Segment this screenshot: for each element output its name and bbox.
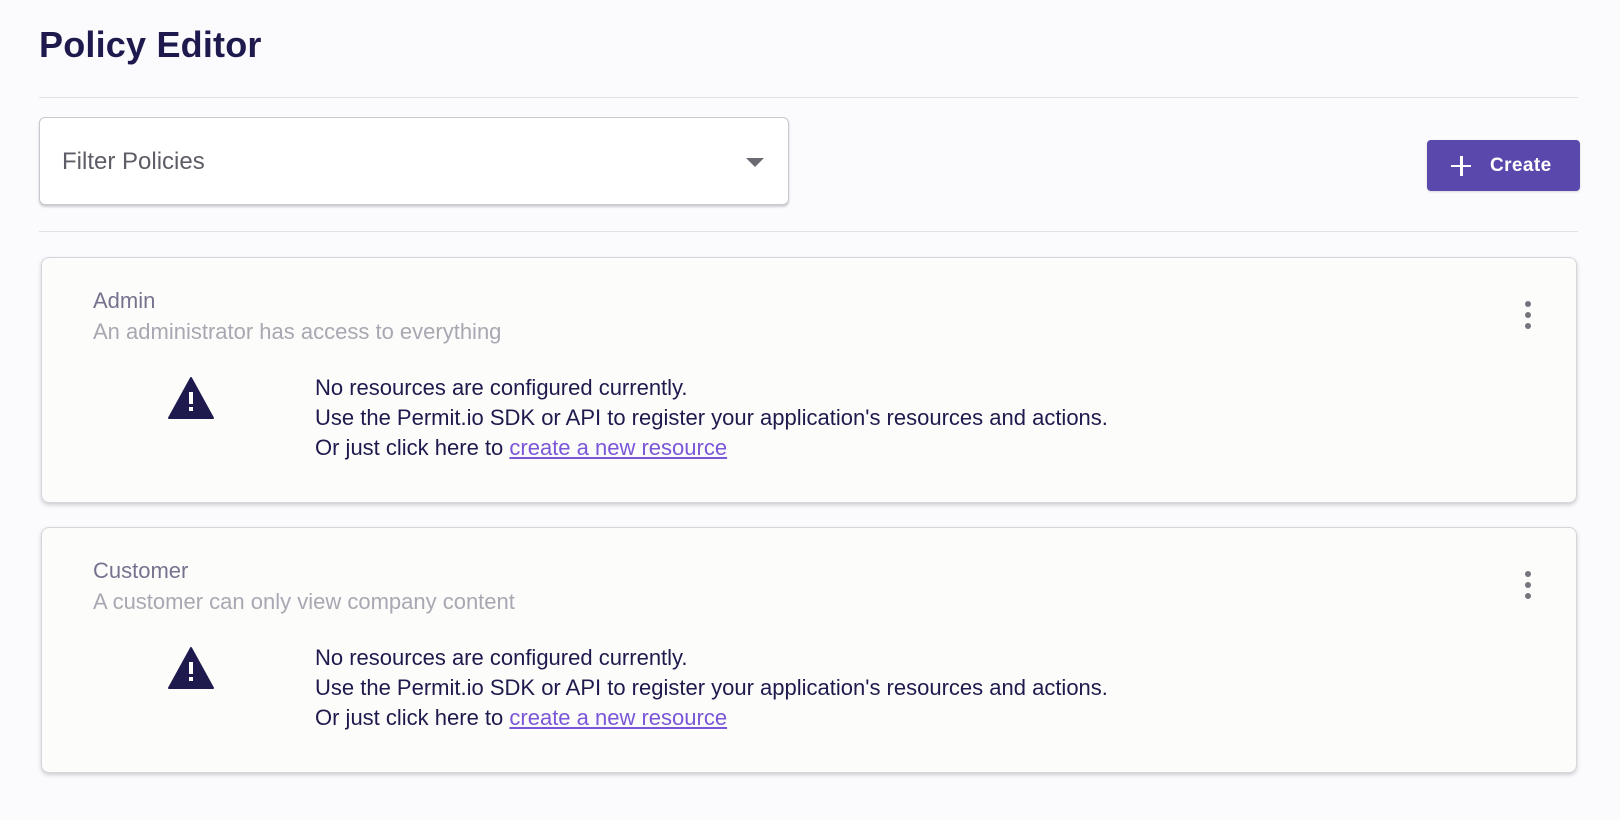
chevron-down-icon [746,158,764,167]
more-options-button[interactable] [1516,568,1540,604]
policy-description: A customer can only view company content [93,589,515,614]
message-line: No resources are configured currently. [315,645,688,670]
message-line: Or just click here to create a new resou… [315,703,1108,733]
more-vertical-icon [1525,301,1531,307]
create-resource-link[interactable]: create a new resource [509,435,727,460]
create-button-label: Create [1490,154,1552,176]
more-vertical-icon [1525,571,1531,577]
message-line: Or just click here to create a new resou… [315,433,1108,463]
no-resources-message: No resources are configured currently. U… [315,643,1108,733]
filter-policies-select[interactable]: Filter Policies [39,117,789,205]
create-button[interactable]: Create [1427,140,1580,191]
message-prefix: Or just click here to [315,435,510,460]
policy-name: Customer [93,558,189,583]
message-prefix: Or just click here to [315,705,510,730]
policy-description: An administrator has access to everythin… [93,319,502,344]
message-line: Use the Permit.io SDK or API to register… [315,405,1108,430]
message-line: Use the Permit.io SDK or API to register… [315,675,1108,700]
policy-name: Admin [93,288,156,313]
filter-placeholder: Filter Policies [62,148,205,175]
page-title: Policy Editor [39,24,262,65]
create-resource-link[interactable]: create a new resource [509,705,727,730]
warning-icon [168,647,214,689]
message-line: No resources are configured currently. [315,375,688,400]
more-options-button[interactable] [1516,298,1540,334]
policy-editor-page: Policy Editor Filter Policies Create Adm… [0,0,1620,820]
warning-icon [168,377,214,419]
toolbar-divider [39,231,1578,232]
policy-card-customer: Customer A customer can only view compan… [41,527,1577,773]
no-resources-message: No resources are configured currently. U… [315,373,1108,463]
header-divider [39,97,1578,98]
policy-card-admin: Admin An administrator has access to eve… [41,257,1577,503]
plus-icon [1451,155,1471,176]
